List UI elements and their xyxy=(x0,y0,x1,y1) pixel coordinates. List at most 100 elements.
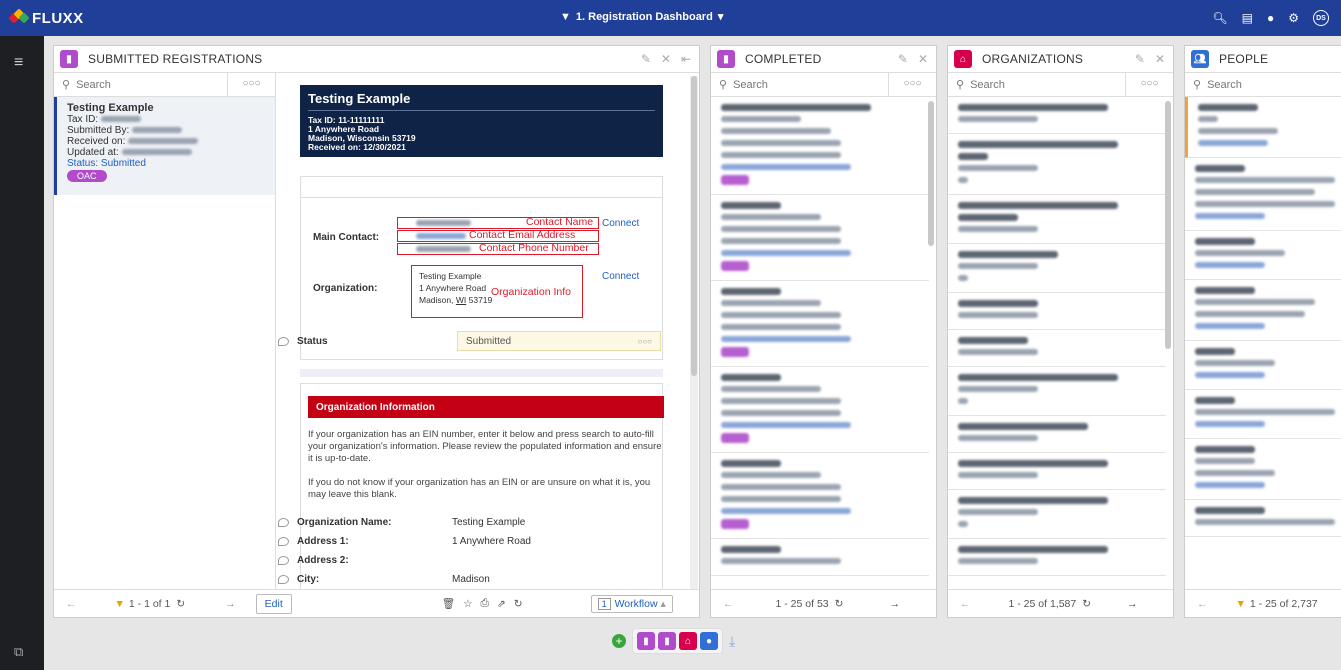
search-input[interactable]: ⚲ Search xyxy=(948,78,1125,92)
card-header: ▮ SUBMITTED REGISTRATIONS ✎ ✕ ⇤ xyxy=(54,46,699,73)
more-options-button[interactable]: ○○○ xyxy=(227,73,275,96)
list-item[interactable] xyxy=(948,195,1166,244)
search-input[interactable]: ⚲ Search xyxy=(711,78,888,92)
connect-contact-link[interactable]: Connect xyxy=(602,218,639,229)
status-row: Status xyxy=(278,336,328,347)
list-item[interactable] xyxy=(711,453,929,539)
comment-icon[interactable] xyxy=(278,518,289,527)
print-icon[interactable]: ⎙ xyxy=(481,597,489,610)
search-input[interactable]: ⚲ Search xyxy=(54,78,227,92)
list-item[interactable] xyxy=(1185,280,1341,341)
comment-icon[interactable] xyxy=(278,537,289,546)
list-item[interactable] xyxy=(711,539,929,576)
list-item[interactable] xyxy=(948,134,1166,195)
search-icon: ⚲ xyxy=(719,79,728,91)
list-item[interactable] xyxy=(948,97,1166,134)
refresh-detail-icon[interactable]: ↻ xyxy=(514,598,523,610)
list-item[interactable] xyxy=(948,293,1166,330)
pin-icon[interactable]: ✎ xyxy=(1135,52,1145,66)
search-icon: ⚲ xyxy=(956,79,965,91)
detail-scrollbar[interactable] xyxy=(690,76,698,591)
list-item[interactable] xyxy=(711,195,929,281)
refresh-icon[interactable]: ↻ xyxy=(176,598,185,610)
dock-completed-icon[interactable]: ▮ xyxy=(658,632,676,650)
fluxx-logo[interactable]: FLUXX xyxy=(8,8,84,27)
avatar[interactable]: DS xyxy=(1313,10,1329,26)
dashboard-title: 1. Registration Dashboard xyxy=(575,10,713,23)
people-card: 👥︎ PEOPLE ⚲ Search ← ▼ 1 - 25 of 2,737 xyxy=(1184,45,1341,618)
comment-icon[interactable] xyxy=(278,556,289,565)
trash-icon[interactable]: 🗑︎ xyxy=(442,597,455,610)
collapse-icon[interactable]: ⇤ xyxy=(681,52,691,66)
list-item[interactable] xyxy=(948,330,1166,367)
more-options-button[interactable]: ○○○ xyxy=(888,73,936,96)
prev-page-icon[interactable]: ← xyxy=(960,598,971,610)
filter-icon[interactable]: ▼ xyxy=(1236,598,1246,610)
card-dock: + ▮ ▮ ⌂ ● ⤓ xyxy=(612,628,735,654)
comment-icon[interactable] xyxy=(278,337,289,346)
prev-page-icon[interactable]: ← xyxy=(66,598,77,610)
list-item[interactable] xyxy=(948,539,1166,576)
more-options-button[interactable]: ○○○ xyxy=(1125,73,1173,96)
search-icon[interactable]: 🔍︎ xyxy=(1212,11,1227,25)
next-page-icon[interactable]: → xyxy=(889,598,900,610)
list-item[interactable] xyxy=(948,453,1166,490)
list-item[interactable] xyxy=(1185,439,1341,500)
list-item[interactable] xyxy=(1185,158,1341,231)
edit-button[interactable]: Edit xyxy=(255,593,292,614)
next-page-icon[interactable]: → xyxy=(1127,598,1138,610)
list-item[interactable] xyxy=(948,244,1166,293)
pin-icon[interactable]: ✎ xyxy=(898,52,908,66)
list-item[interactable] xyxy=(1185,97,1341,158)
status-field[interactable]: Submitted ○○○ xyxy=(457,331,661,351)
people-icon: 👥︎ xyxy=(1191,50,1209,68)
workflow-button[interactable]: 1 Workflow ▴ xyxy=(590,594,673,613)
document-icon: ▮ xyxy=(60,50,78,68)
hamburger-menu-icon[interactable]: ≡ xyxy=(14,54,23,72)
section-divider xyxy=(300,369,663,377)
list-item[interactable] xyxy=(948,367,1166,416)
list-item[interactable] xyxy=(1185,341,1341,390)
prev-page-icon[interactable]: ← xyxy=(723,598,734,610)
next-page-icon[interactable]: → xyxy=(225,598,236,610)
chat-icon[interactable]: ● xyxy=(1267,11,1274,25)
list-item[interactable] xyxy=(711,97,929,195)
refresh-icon[interactable]: ↻ xyxy=(1082,598,1091,610)
share-icon[interactable]: ⇗ xyxy=(497,598,506,610)
completed-list xyxy=(711,97,929,576)
filter-icon[interactable]: ▼ xyxy=(115,598,125,610)
star-icon[interactable]: ☆ xyxy=(463,598,472,610)
comment-icon[interactable] xyxy=(278,575,289,584)
list-icon[interactable]: ▤ xyxy=(1242,11,1253,25)
dashboard-selector[interactable]: ▼ 1. Registration Dashboard ▾ xyxy=(560,10,723,24)
card-footer: ← ▼ 1 - 1 of 1 ↻ → Edit 🗑︎ ☆ ⎙ ⇗ ↻ 1 Work… xyxy=(54,589,699,617)
close-icon[interactable]: ✕ xyxy=(661,52,671,66)
organizations-list xyxy=(948,97,1166,576)
list-item[interactable] xyxy=(1185,500,1341,537)
list-item[interactable] xyxy=(1185,231,1341,280)
pin-icon[interactable]: ✎ xyxy=(641,52,651,66)
connect-organization-link[interactable]: Connect xyxy=(602,271,639,282)
refresh-icon[interactable]: ↻ xyxy=(835,598,844,610)
list-item[interactable]: Testing Example Tax ID: Submitted By: Re… xyxy=(54,97,275,195)
dock-people-icon[interactable]: ● xyxy=(700,632,718,650)
prev-page-icon[interactable]: ← xyxy=(1197,598,1208,610)
dock-submitted-icon[interactable]: ▮ xyxy=(637,632,655,650)
download-icon[interactable]: ⤓ xyxy=(729,633,735,650)
close-icon[interactable]: ✕ xyxy=(1155,52,1165,66)
settings-icon[interactable]: ⚙ xyxy=(1288,11,1299,25)
organizations-scrollbar[interactable] xyxy=(1165,101,1171,349)
search-input[interactable]: ⚲ Search xyxy=(1185,78,1341,92)
completed-scrollbar[interactable] xyxy=(928,101,934,246)
left-rail: ≡ ⧉ xyxy=(0,36,44,670)
close-icon[interactable]: ✕ xyxy=(918,52,928,66)
dock-organizations-icon[interactable]: ⌂ xyxy=(679,632,697,650)
add-card-icon[interactable]: + xyxy=(612,634,626,648)
more-options-icon[interactable]: ○○○ xyxy=(638,337,653,346)
list-item[interactable] xyxy=(711,367,929,453)
window-stack-icon[interactable]: ⧉ xyxy=(14,644,23,660)
list-item[interactable] xyxy=(711,281,929,367)
list-item[interactable] xyxy=(948,416,1166,453)
list-item[interactable] xyxy=(948,490,1166,539)
list-item[interactable] xyxy=(1185,390,1341,439)
